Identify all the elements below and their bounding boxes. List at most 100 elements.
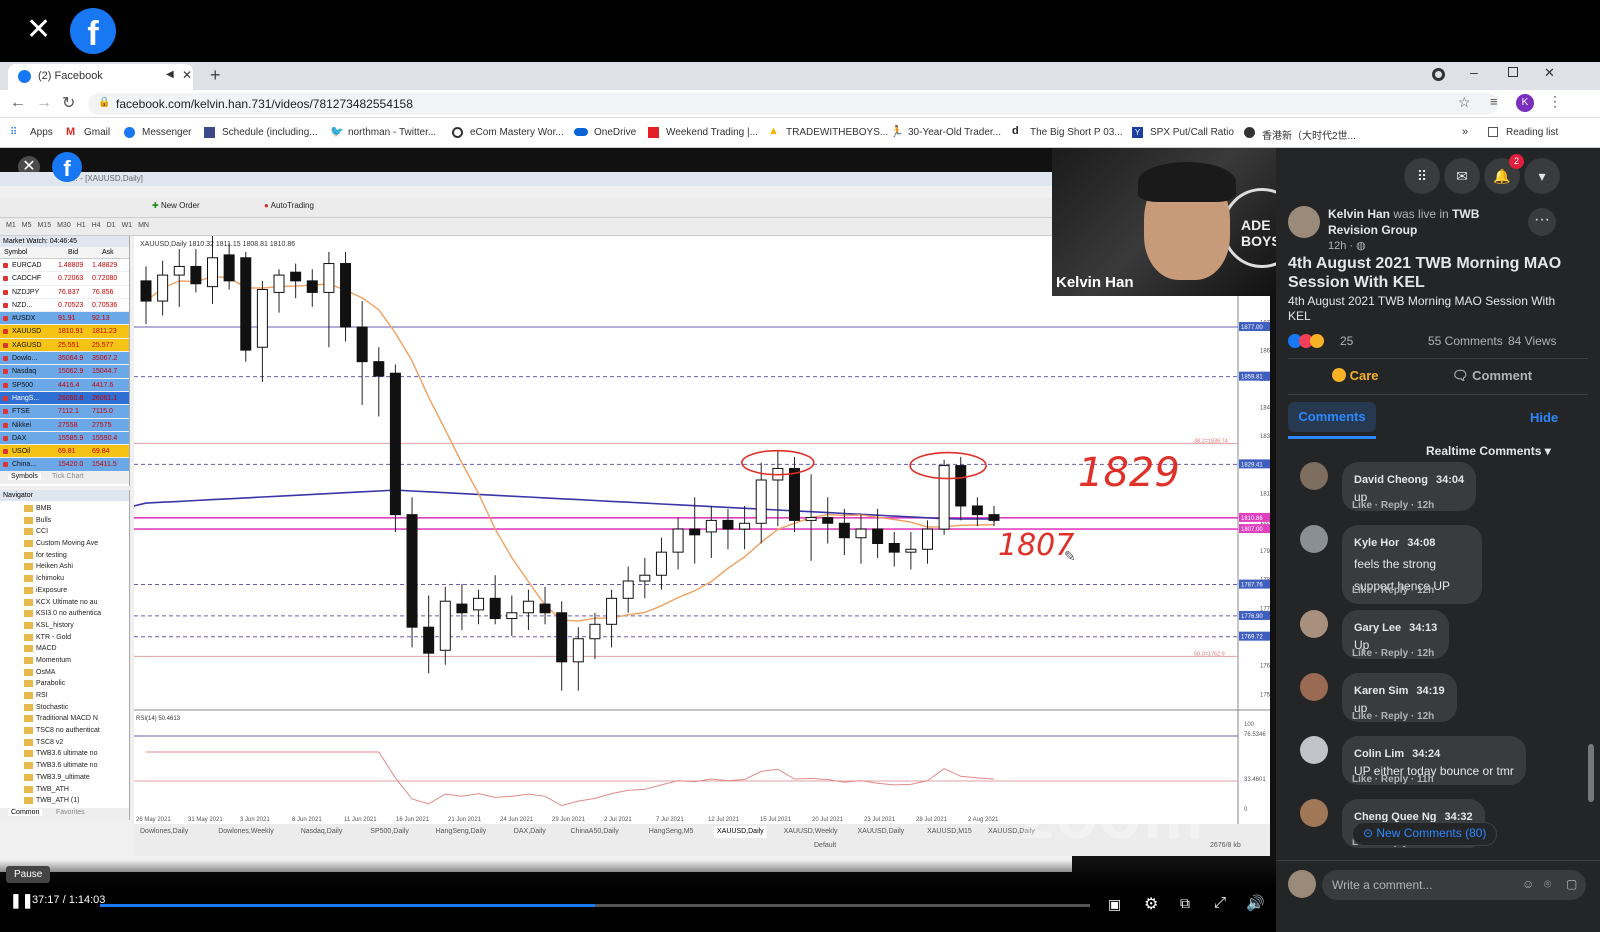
timeframe-button[interactable]: M15 bbox=[37, 222, 51, 229]
emoji-icon[interactable]: ☺ bbox=[1522, 877, 1534, 891]
reading-queue-icon[interactable]: ≡ bbox=[1490, 94, 1498, 109]
navigator-item[interactable]: KCX Ultimate no au bbox=[0, 597, 129, 609]
chart-tab[interactable]: HangSeng,M5 bbox=[649, 826, 694, 838]
restore-icon[interactable] bbox=[1508, 67, 1518, 77]
reply-link[interactable]: Reply bbox=[1381, 711, 1408, 722]
volume-icon[interactable]: 🔊 bbox=[1246, 894, 1265, 912]
progress-track[interactable] bbox=[100, 904, 1090, 907]
reaction-count[interactable]: 25 bbox=[1340, 334, 1353, 348]
bookmark-30-year-old-trader[interactable]: 30-Year-Old Trader... bbox=[908, 127, 1001, 138]
pip-icon[interactable]: ⧉ bbox=[1180, 895, 1190, 912]
chart-tab[interactable]: XAUUSD,M15 bbox=[927, 826, 972, 838]
chart-tab[interactable]: XAUUSD,Daily bbox=[714, 826, 767, 838]
navigator-item[interactable]: MACD bbox=[0, 643, 129, 655]
comment-age[interactable]: 12h bbox=[1417, 711, 1434, 722]
bookmark-spx[interactable]: SPX Put/Call Ratio bbox=[1150, 127, 1234, 138]
navigator-item[interactable]: KTR - Gold bbox=[0, 632, 129, 644]
minimize-icon[interactable]: – bbox=[1470, 64, 1478, 80]
bookmark-tradewitheboys[interactable]: TRADEWITHEBOYS... bbox=[786, 127, 888, 138]
market-watch-row[interactable]: #USDX 91.91 92.13 bbox=[0, 312, 129, 326]
navigator-item[interactable]: TSC8 v2 bbox=[0, 737, 129, 749]
bookmark-big-short[interactable]: The Big Short P 03... bbox=[1030, 127, 1123, 138]
post-options-icon[interactable]: ··· bbox=[1528, 208, 1556, 236]
market-watch-row[interactable]: China... 15420.0 15411.5 bbox=[0, 458, 129, 472]
market-watch-row[interactable]: USOil 69.81 69.84 bbox=[0, 445, 129, 459]
tab-favorites[interactable]: Favorites bbox=[56, 809, 85, 816]
market-watch-row[interactable]: NZD... 0.70523 0.70536 bbox=[0, 298, 129, 313]
sticker-icon[interactable]: ▢ bbox=[1566, 877, 1577, 891]
chart-tab[interactable]: Dowlones,Weekly bbox=[218, 826, 274, 838]
chart-tab[interactable]: Dowlones,Daily bbox=[140, 826, 188, 838]
comments-tab[interactable]: Comments bbox=[1288, 402, 1376, 432]
timeframe-button[interactable]: M30 bbox=[57, 222, 71, 229]
comment-timestamp[interactable]: 34:13 bbox=[1409, 622, 1437, 634]
chart-tab[interactable]: ChinaA50,Daily bbox=[571, 826, 619, 838]
bookmark-ecom[interactable]: eCom Mastery Wor... bbox=[470, 127, 564, 138]
author-avatar[interactable] bbox=[1288, 206, 1320, 238]
comment-avatar[interactable] bbox=[1300, 610, 1328, 638]
bookmark-gmail[interactable]: Gmail bbox=[84, 127, 110, 138]
comment-avatar[interactable] bbox=[1300, 799, 1328, 827]
reply-link[interactable]: Reply bbox=[1381, 774, 1408, 785]
navigator-item[interactable]: Parabolic bbox=[0, 678, 129, 690]
timeframe-button[interactable]: H1 bbox=[77, 222, 86, 229]
market-watch-row[interactable]: CADCHF 0.72063 0.72080 bbox=[0, 272, 129, 286]
video-player[interactable]: ✕ f … - [XAUUSD,Daily] ✚ New Order ● Aut… bbox=[0, 148, 1300, 932]
like-link[interactable]: Like bbox=[1352, 648, 1372, 659]
tab-search-icon[interactable] bbox=[1432, 68, 1445, 81]
timeframe-button[interactable]: W1 bbox=[122, 222, 133, 229]
market-watch-row[interactable]: SP500 4416.4 4417.6 bbox=[0, 378, 129, 392]
tab-symbols[interactable]: Symbols bbox=[8, 473, 41, 480]
price-chart[interactable]: XAUUSD,Daily 1810.32 1811.15 1808.81 181… bbox=[134, 236, 1270, 824]
navigator-item[interactable]: TWB_ATH (1) bbox=[0, 795, 129, 807]
comment-button[interactable]: 🗨 Comment bbox=[1452, 368, 1532, 384]
comments-count[interactable]: 55 Comments bbox=[1428, 334, 1503, 348]
market-watch-row[interactable]: XAGUSD 25.551 25.577 bbox=[0, 338, 129, 353]
comment-author[interactable]: Colin Lim bbox=[1354, 748, 1404, 760]
navigator-item[interactable]: Custom Moving Ave bbox=[0, 538, 129, 550]
market-watch-row[interactable]: XAUUSD 1810.91 1811.23 bbox=[0, 325, 129, 339]
comment-avatar[interactable] bbox=[1300, 673, 1328, 701]
account-chevron-icon[interactable]: ▾ bbox=[1524, 158, 1560, 194]
reply-link[interactable]: Reply bbox=[1381, 648, 1408, 659]
reaction-icons[interactable] bbox=[1288, 334, 1324, 353]
timeframe-button[interactable]: M1 bbox=[6, 222, 16, 229]
navigator-item[interactable]: Ichimoku bbox=[0, 573, 129, 585]
chart-tab[interactable]: DAX,Daily bbox=[514, 826, 546, 838]
market-watch-row[interactable]: Nasdaq 15062.9 15044.7 bbox=[0, 365, 129, 379]
tab-close-icon[interactable]: ✕ bbox=[182, 68, 192, 82]
navigator-item[interactable]: TWB_ATH bbox=[0, 784, 129, 796]
navigator-item[interactable]: TSC8 no authenticat bbox=[0, 725, 129, 737]
navigator-item[interactable]: KSL_history bbox=[0, 620, 129, 632]
settings-icon[interactable]: ⚙ bbox=[1144, 894, 1158, 914]
comment-input[interactable]: Write a comment... ☺ ⌾ ▢ bbox=[1322, 870, 1586, 900]
navigator-item[interactable]: BMB bbox=[0, 503, 129, 515]
market-watch-row[interactable]: EURCAD 1.48809 1.48829 bbox=[0, 259, 129, 273]
window-close-icon[interactable]: ✕ bbox=[1544, 65, 1555, 81]
chart-tab[interactable]: XAUUSD,Weekly bbox=[784, 826, 838, 838]
care-button[interactable]: Care bbox=[1332, 368, 1379, 383]
like-link[interactable]: Like bbox=[1352, 500, 1372, 511]
chart-tab[interactable]: HangSeng,Daily bbox=[436, 826, 487, 838]
chart-tab[interactable]: XAUUSD,Daily bbox=[858, 826, 905, 838]
scrollbar[interactable] bbox=[1588, 744, 1594, 802]
like-link[interactable]: Like bbox=[1352, 774, 1372, 785]
market-watch-row[interactable]: Dowlo... 35064.9 35067.2 bbox=[0, 352, 129, 366]
url-field[interactable]: 🔒 facebook.com/kelvin.han.731/videos/781… bbox=[88, 93, 1498, 115]
comment-avatar[interactable] bbox=[1300, 525, 1328, 553]
navigator-item[interactable]: TWB3.6 ultimate no bbox=[0, 760, 129, 772]
bookmark-star-icon[interactable]: ☆ bbox=[1458, 94, 1471, 111]
navigator-item[interactable]: KSI3.0 no authentica bbox=[0, 608, 129, 620]
fullscreen-icon[interactable]: ⤢ bbox=[1214, 894, 1226, 911]
tab-tick-chart[interactable]: Tick Chart bbox=[52, 473, 84, 480]
timeframe-button[interactable]: D1 bbox=[107, 222, 116, 229]
facebook-logo-icon[interactable]: f bbox=[70, 8, 116, 54]
market-watch-row[interactable]: FTSE 7112.1 7115.0 bbox=[0, 405, 129, 419]
reading-list[interactable]: Reading list bbox=[1506, 127, 1558, 138]
new-comments-pill[interactable]: ⊙ New Comments (80) bbox=[1352, 822, 1498, 846]
comment-timestamp[interactable]: 34:08 bbox=[1407, 537, 1435, 549]
navigator-item[interactable]: for testing bbox=[0, 550, 129, 562]
new-order-button[interactable]: ✚ New Order bbox=[152, 201, 200, 210]
close-icon[interactable]: ✕ bbox=[26, 15, 54, 45]
navigator-item[interactable]: Stochastic bbox=[0, 702, 129, 714]
